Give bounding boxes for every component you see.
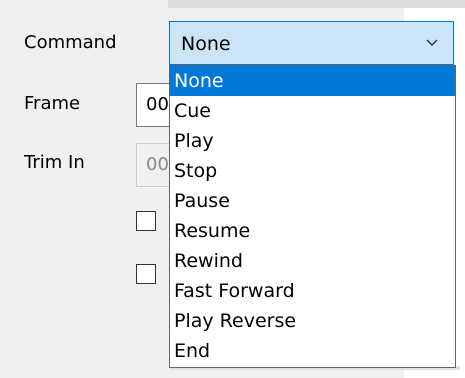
trim-in-label: Trim In [24,152,85,173]
command-dropdown-list: None Cue Play Stop Pause Resume Rewind F… [169,65,456,368]
dropdown-option-none[interactable]: None [170,66,455,96]
frame-input-value: 00 [146,94,169,115]
dropdown-option-resume[interactable]: Resume [170,216,455,246]
chevron-down-icon[interactable] [425,36,439,50]
dropdown-option-rewind[interactable]: Rewind [170,246,455,276]
checkbox-1[interactable] [136,211,156,231]
window-edge [168,0,465,8]
checkbox-2[interactable] [136,264,156,284]
command-combo-value: None [181,33,231,55]
trim-in-input-value: 00 [146,154,169,175]
dropdown-option-end[interactable]: End [170,336,455,366]
dropdown-option-fast-forward[interactable]: Fast Forward [170,276,455,306]
dropdown-option-play[interactable]: Play [170,126,455,156]
dropdown-option-play-reverse[interactable]: Play Reverse [170,306,455,336]
frame-label: Frame [24,93,81,114]
dropdown-option-pause[interactable]: Pause [170,186,455,216]
dropdown-option-stop[interactable]: Stop [170,156,455,186]
command-label: Command [24,32,117,53]
command-combo[interactable]: None [169,21,454,65]
dropdown-option-cue[interactable]: Cue [170,96,455,126]
